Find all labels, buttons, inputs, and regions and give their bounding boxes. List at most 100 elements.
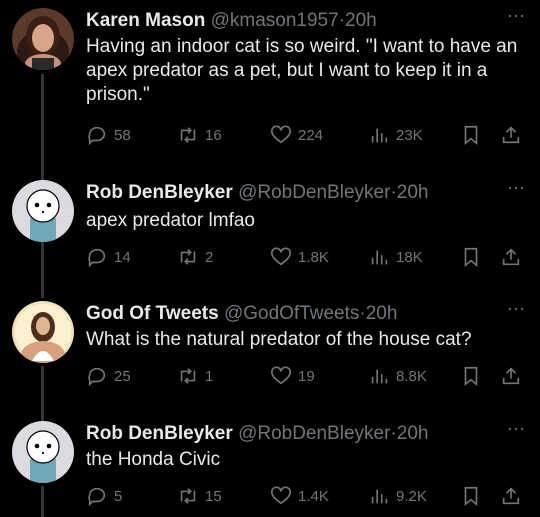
retweet-count: 16 <box>205 126 222 144</box>
retweet-count: 2 <box>205 248 214 266</box>
reply-button[interactable]: 5 <box>86 484 122 508</box>
bookmark-button[interactable] <box>460 123 482 147</box>
view-count: 9.2K <box>396 487 427 505</box>
tweet-header: Rob DenBleyker @RobDenBleyker·20h <box>86 180 428 206</box>
retweet-arrows-icon <box>180 127 196 143</box>
like-count: 19 <box>298 367 315 385</box>
like-count: 224 <box>298 126 324 144</box>
speech-bubble-icon <box>88 248 106 268</box>
heart-icon <box>271 486 291 505</box>
reply-button[interactable]: 25 <box>86 364 131 388</box>
tweet-text: What is the natural predator of the hous… <box>86 329 472 350</box>
tweet-actions: 58 16 224 23K <box>86 123 526 147</box>
avatar-rob-denbleyker[interactable] <box>12 180 74 242</box>
bar-chart-icon <box>371 250 388 265</box>
tweet-header: God Of Tweets @GodOfTweets·20h <box>86 301 397 327</box>
heart-icon <box>271 125 291 144</box>
views-button[interactable]: 18K <box>368 245 423 269</box>
views-button[interactable]: 23K <box>368 123 423 147</box>
retweet-count: 15 <box>205 487 222 505</box>
tweet-actions: 14 2 1.8K 18K <box>86 245 526 269</box>
tweet[interactable]: Karen Mason @kmason1957·20h ··· Having a… <box>0 6 540 168</box>
tweet-actions: 5 15 1.4K 9.2K <box>86 484 526 508</box>
display-name[interactable]: God Of Tweets <box>86 303 219 324</box>
bookmark-button[interactable] <box>460 364 482 388</box>
bar-chart-icon <box>371 369 388 384</box>
display-name[interactable]: Rob DenBleyker <box>86 423 233 444</box>
bookmark-icon <box>464 486 478 507</box>
bookmark-button[interactable] <box>460 245 482 269</box>
tweet[interactable]: God Of Tweets @GodOfTweets·20h ··· What … <box>0 299 540 401</box>
bookmark-icon <box>464 247 478 268</box>
avatar-god-of-tweets[interactable] <box>12 301 74 363</box>
reply-count: 25 <box>114 367 131 385</box>
reply-button[interactable]: 58 <box>86 123 131 147</box>
tweet-actions: 25 1 19 8.8K <box>86 364 526 388</box>
retweet-button[interactable]: 1 <box>177 364 213 388</box>
retweet-button[interactable]: 2 <box>177 245 213 269</box>
view-count: 23K <box>396 126 423 144</box>
tweet-text: apex predator lmfao <box>86 210 255 231</box>
retweet-count: 1 <box>205 367 214 385</box>
heart-icon <box>271 247 291 266</box>
display-name[interactable]: Karen Mason <box>86 10 205 31</box>
share-upload-icon <box>502 367 520 385</box>
bookmark-icon <box>464 125 478 146</box>
timestamp[interactable]: 20h <box>345 10 377 31</box>
like-count: 1.4K <box>298 487 329 505</box>
more-ellipsis-icon[interactable]: ··· <box>506 419 526 441</box>
like-button[interactable]: 1.4K <box>270 484 329 508</box>
timestamp[interactable]: 20h <box>397 423 429 444</box>
tweet-text: Having an indoor cat is so weird. "I wan… <box>86 36 523 105</box>
avatar-rob-denbleyker[interactable] <box>12 421 74 483</box>
retweet-button[interactable]: 16 <box>177 123 222 147</box>
timestamp[interactable]: 20h <box>397 182 429 203</box>
share-upload-icon <box>502 487 520 505</box>
user-handle[interactable]: @RobDenBleyker <box>238 182 390 203</box>
more-ellipsis-icon[interactable]: ··· <box>506 6 526 28</box>
share-upload-icon <box>502 248 520 266</box>
tweet-header: Rob DenBleyker @RobDenBleyker·20h <box>86 421 428 447</box>
share-button[interactable] <box>500 123 522 147</box>
like-button[interactable]: 224 <box>270 123 323 147</box>
like-button[interactable]: 19 <box>270 364 315 388</box>
share-button[interactable] <box>500 364 522 388</box>
display-name[interactable]: Rob DenBleyker <box>86 182 233 203</box>
retweet-button[interactable]: 15 <box>177 484 222 508</box>
share-button[interactable] <box>500 484 522 508</box>
bookmark-button[interactable] <box>460 484 482 508</box>
user-handle[interactable]: @kmason1957 <box>211 10 339 31</box>
timestamp[interactable]: 20h <box>366 303 398 324</box>
share-button[interactable] <box>500 245 522 269</box>
speech-bubble-icon <box>88 487 106 507</box>
speech-bubble-icon <box>88 126 106 146</box>
tweet-text: the Honda Civic <box>86 449 221 470</box>
reply-button[interactable]: 14 <box>86 245 131 269</box>
bookmark-icon <box>464 366 478 387</box>
retweet-arrows-icon <box>180 488 196 504</box>
more-ellipsis-icon[interactable]: ··· <box>506 299 526 321</box>
bar-chart-icon <box>371 128 388 143</box>
tweet-header: Karen Mason @kmason1957·20h <box>86 8 377 34</box>
retweet-arrows-icon <box>180 368 196 384</box>
share-upload-icon <box>502 126 520 144</box>
speech-bubble-icon <box>88 367 106 387</box>
view-count: 8.8K <box>396 367 427 385</box>
reply-count: 5 <box>114 487 123 505</box>
like-count: 1.8K <box>298 248 329 266</box>
user-handle[interactable]: @GodOfTweets <box>224 303 359 324</box>
views-button[interactable]: 8.8K <box>368 364 427 388</box>
views-button[interactable]: 9.2K <box>368 484 427 508</box>
avatar-karen-mason[interactable] <box>12 8 74 70</box>
reply-count: 58 <box>114 126 131 144</box>
view-count: 18K <box>396 248 423 266</box>
tweet[interactable]: Rob DenBleyker @RobDenBleyker·20h ··· th… <box>0 419 540 517</box>
reply-count: 14 <box>114 248 131 266</box>
more-ellipsis-icon[interactable]: ··· <box>506 178 526 200</box>
tweet[interactable]: Rob DenBleyker @RobDenBleyker·20h ··· ap… <box>0 178 540 280</box>
bar-chart-icon <box>371 489 388 504</box>
retweet-arrows-icon <box>180 249 196 265</box>
heart-icon <box>271 366 291 385</box>
user-handle[interactable]: @RobDenBleyker <box>238 423 390 444</box>
like-button[interactable]: 1.8K <box>270 245 329 269</box>
